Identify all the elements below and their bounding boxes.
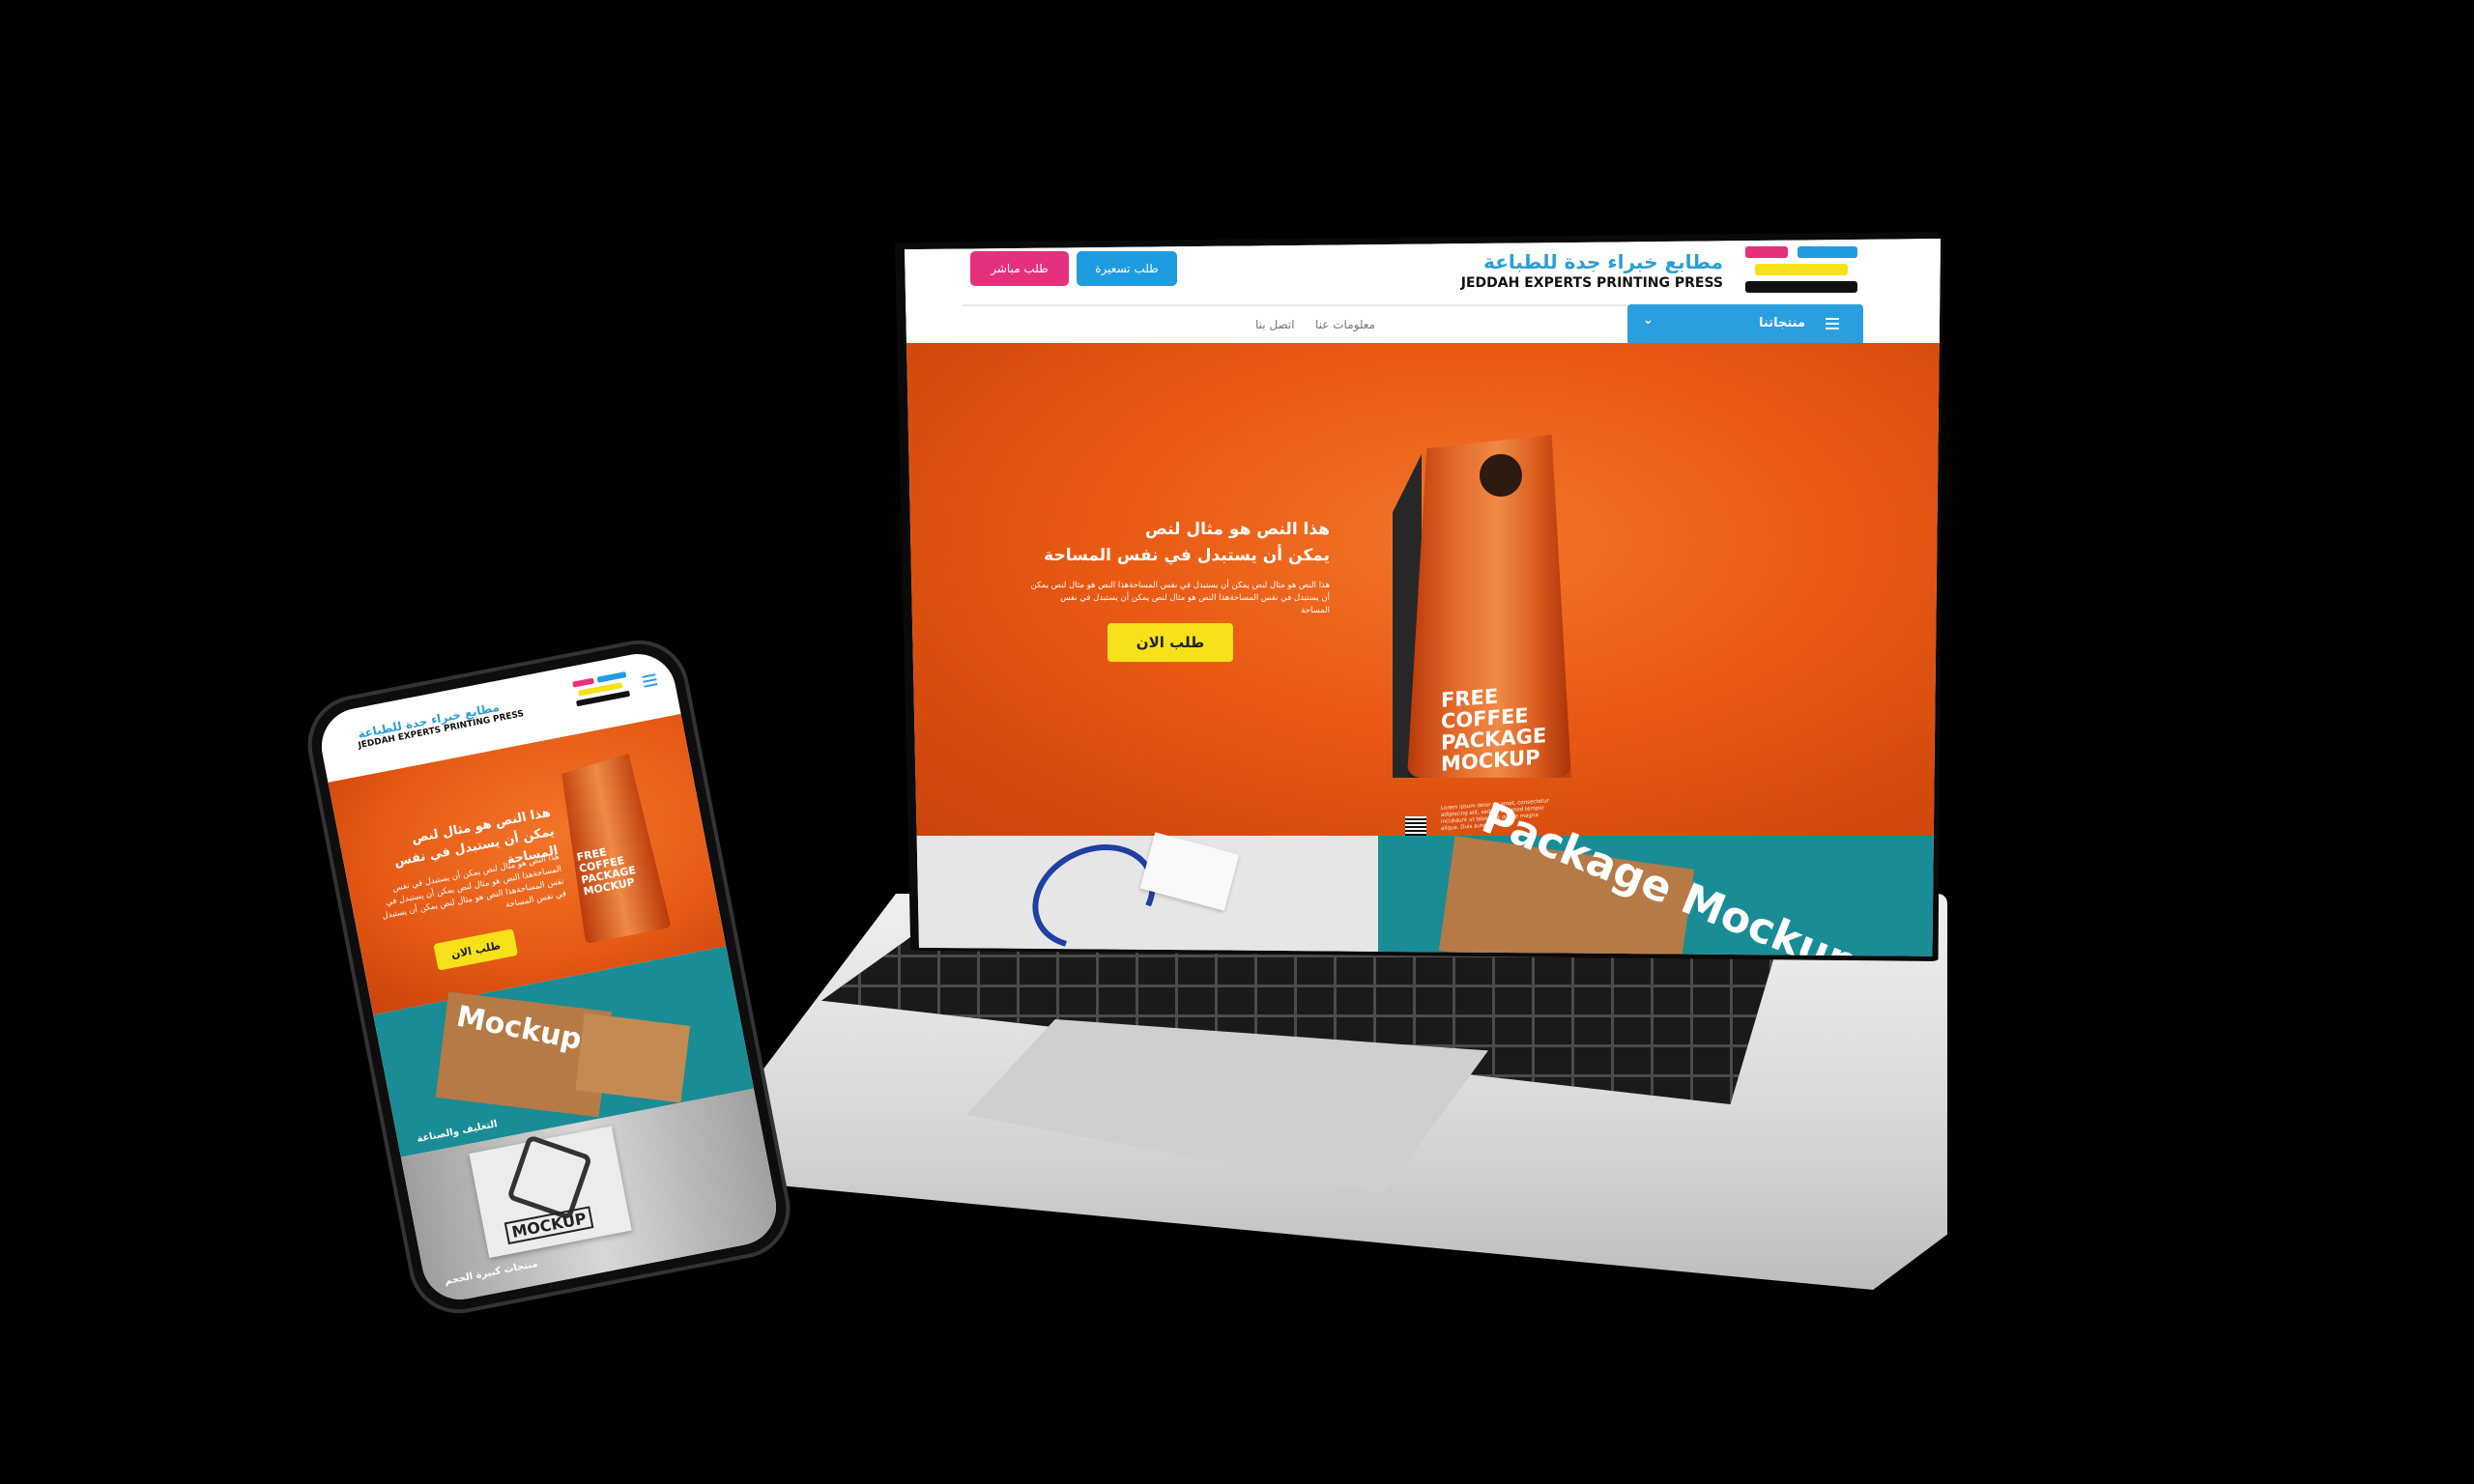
mobile-order-now-button[interactable]: طلب الان <box>433 928 519 971</box>
bag-logo-icon <box>1480 454 1522 497</box>
products-menu-label: منتجاتنا <box>1759 316 1805 330</box>
hero-banner: هذا النص هو مثال لنص يمكن أن يستبدل في ن… <box>905 343 1941 857</box>
quote-request-button[interactable]: طلب تسعيرة <box>1077 251 1177 286</box>
nav-about[interactable]: معلومات عنا <box>1315 318 1375 331</box>
menu-icon <box>1826 318 1839 329</box>
products-menu-button[interactable]: منتجاتنا ⌄ <box>1627 304 1863 345</box>
nav-contact[interactable]: اتصل بنا <box>1255 318 1295 331</box>
order-now-button[interactable]: طلب الان <box>1108 623 1233 662</box>
hero-title: هذا النص هو مثال لنص يمكن أن يستبدل في ن… <box>1044 520 1330 565</box>
logo-mark-icon[interactable] <box>1745 246 1861 299</box>
laptop-screen: مطابع خبراء جدة للطباعة JEDDAH EXPERTS P… <box>905 239 1941 956</box>
direct-order-button[interactable]: طلب مباشر <box>970 251 1069 286</box>
logo-english-text: JEDDAH EXPERTS PRINTING PRESS <box>1460 275 1723 291</box>
hero-subtitle: هذا النص هو مثال لنص يمكن أن يستبدل في ن… <box>1030 581 1330 615</box>
logo-arabic-text: مطابع خبراء جدة للطباعة <box>1483 250 1723 273</box>
mobile-logo-mark-icon[interactable] <box>572 671 631 710</box>
bag-headline: FREE COFFEE PACKAGE MOCKUP <box>1441 684 1547 776</box>
site-header: مطابع خبراء جدة للطباعة JEDDAH EXPERTS P… <box>905 239 1941 345</box>
mobile-menu-icon[interactable] <box>642 673 658 690</box>
chevron-down-icon: ⌄ <box>1643 313 1654 328</box>
mobile-box-small <box>575 1013 691 1103</box>
